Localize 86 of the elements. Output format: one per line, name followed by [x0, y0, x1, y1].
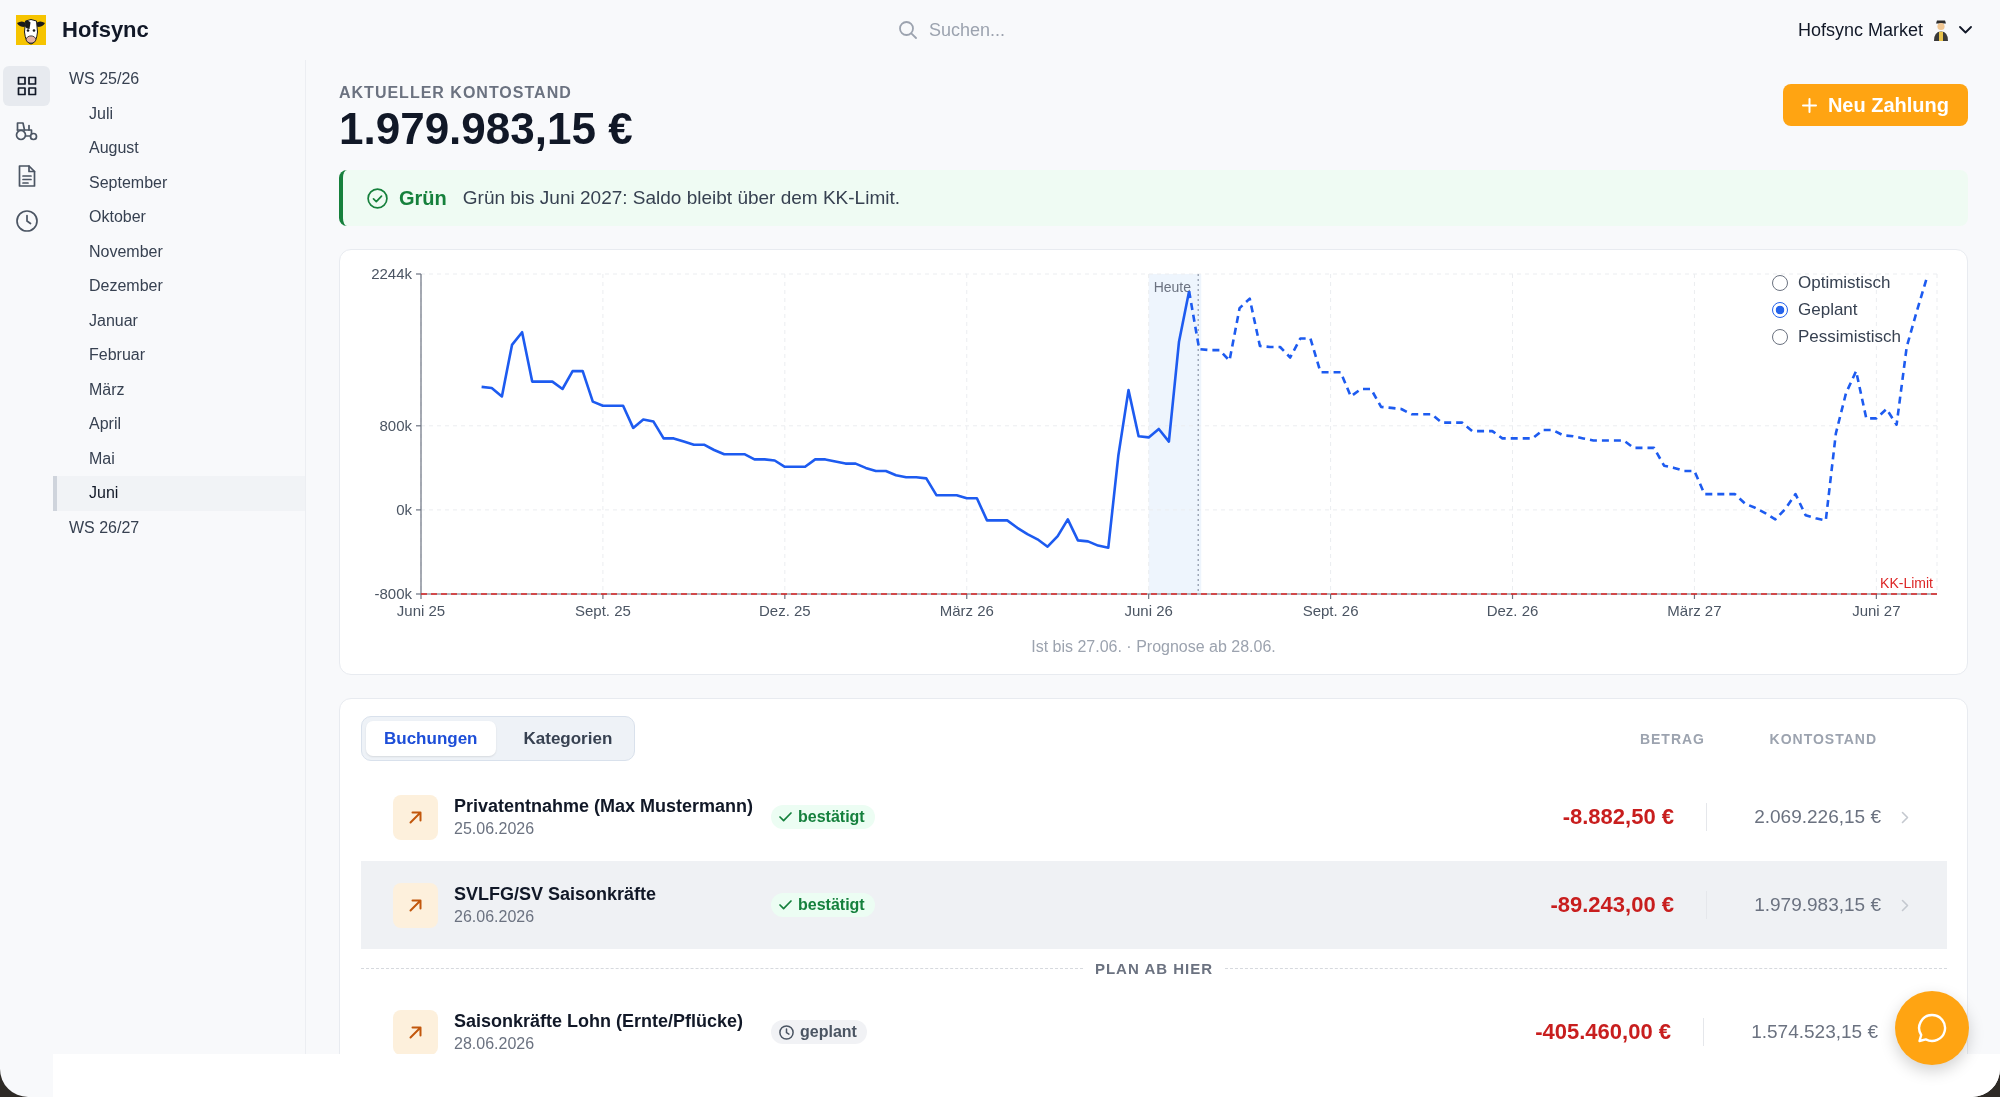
- nav-button[interactable]: [3, 66, 50, 106]
- status-label: bestätigt: [798, 896, 865, 914]
- radio-label[interactable]: Pessimistisch: [1798, 326, 1901, 347]
- today-label: Heute: [1153, 279, 1192, 295]
- x-axis-label: Juni 25: [396, 602, 446, 619]
- x-axis-label: Dez. 26: [1486, 602, 1539, 619]
- booking-amount: -405.460,00 €: [1535, 1019, 1671, 1045]
- radio-button[interactable]: [1772, 274, 1788, 291]
- user-menu-button[interactable]: Hofsync Market: [1797, 19, 1972, 41]
- sidebar-group-item[interactable]: WS 26/27: [53, 510, 305, 545]
- radio-label[interactable]: Geplant: [1798, 299, 1858, 320]
- app-name: Hofsync: [62, 17, 149, 43]
- cow-logo-icon: [16, 15, 46, 45]
- clock-icon: [779, 1024, 794, 1040]
- arrow-up-right-icon: [393, 794, 438, 840]
- chevron-right-icon: [1901, 810, 1909, 824]
- booking-title: SVLFG/SV Saisonkräfte: [454, 883, 657, 906]
- check-circle-icon: [367, 187, 388, 209]
- arrow-up-right-icon: [393, 882, 438, 928]
- status-label: bestätigt: [798, 808, 865, 826]
- x-axis-label: Juni 27: [1852, 602, 1901, 619]
- sidebar-group-item[interactable]: WS 25/26: [53, 62, 305, 97]
- plus-icon: [1801, 97, 1817, 113]
- x-axis-label: Dez. 25: [759, 602, 811, 619]
- column-header: KONTOSTAND: [1768, 730, 1877, 747]
- booking-balance: 1.574.523,15 €: [1750, 1021, 1878, 1043]
- x-axis-label: Sept. 25: [574, 602, 631, 619]
- booking-row[interactable]: Saisonkräfte Lohn (Ernte/Pflücke) 28.06.2026 geplant -405.460,00 € 1.574.523,15 €: [361, 988, 1889, 1054]
- sidebar-item[interactable]: November: [53, 234, 305, 269]
- person-icon: [1933, 19, 1949, 41]
- check-icon: [779, 812, 792, 822]
- tractor-icon: [15, 121, 38, 141]
- tab[interactable]: Buchungen: [366, 721, 496, 756]
- clock-icon: [15, 210, 38, 232]
- x-axis-label: März 26: [939, 602, 994, 619]
- alert-status: Grün: [399, 186, 447, 210]
- chevron-down-icon: [1959, 26, 1972, 34]
- section-divider-label: PLAN AB HIER: [1094, 960, 1214, 977]
- sidebar-item[interactable]: Dezember: [53, 269, 305, 304]
- booking-amount: -8.882,50 €: [1562, 804, 1674, 830]
- y-axis-label: -800k: [374, 585, 412, 602]
- y-axis-label: 0k: [396, 500, 412, 518]
- sidebar-item[interactable]: August: [53, 131, 305, 166]
- x-axis-label: Sept. 26: [1302, 602, 1359, 619]
- radio-label[interactable]: Optimistisch: [1798, 272, 1891, 293]
- booking-balance: 1.979.983,15 €: [1753, 894, 1881, 916]
- column-header: BETRAG: [1639, 730, 1705, 747]
- sidebar-item[interactable]: Juli: [53, 96, 305, 131]
- booking-date: 28.06.2026: [454, 1034, 535, 1054]
- y-axis-label: 2244k: [371, 265, 412, 282]
- booking-title: Saisonkräfte Lohn (Ernte/Pflücke): [454, 1010, 744, 1033]
- sidebar-item[interactable]: Juni: [53, 476, 305, 511]
- search-field[interactable]: Suchen...: [929, 19, 1099, 41]
- sidebar-item[interactable]: Oktober: [53, 200, 305, 235]
- balance-amount: 1.979.983,15 €: [339, 104, 633, 154]
- sidebar-item[interactable]: September: [53, 165, 305, 200]
- sidebar-item[interactable]: April: [53, 407, 305, 442]
- radio-button[interactable]: [1772, 301, 1788, 318]
- booking-title: Privatentnahme (Max Mustermann): [454, 795, 754, 818]
- status-label: geplant: [800, 1023, 857, 1041]
- tab[interactable]: Kategorien: [505, 721, 631, 756]
- booking-date: 26.06.2026: [454, 907, 535, 927]
- sidebar-item[interactable]: Mai: [53, 441, 305, 476]
- booking-date: 25.06.2026: [454, 819, 535, 839]
- arrow-up-right-icon: [393, 1009, 438, 1054]
- chart-note: Ist bis 27.06. · Prognose ab 28.06.: [1030, 637, 1277, 657]
- document-icon: [17, 165, 36, 187]
- check-icon: [779, 900, 792, 910]
- x-axis-label: Juni 26: [1124, 602, 1173, 619]
- booking-row[interactable]: Privatentnahme (Max Mustermann) 25.06.2026 bestätigt -8.882,50 € 2.069.226,15 €: [361, 773, 1947, 861]
- sidebar-item[interactable]: Februar: [53, 338, 305, 373]
- booking-amount: -89.243,00 €: [1550, 892, 1674, 918]
- chat-bubble-icon: [1917, 1013, 1947, 1043]
- sidebar-item[interactable]: Januar: [53, 303, 305, 338]
- x-axis-label: März 27: [1667, 602, 1722, 619]
- booking-row[interactable]: SVLFG/SV Saisonkräfte 26.06.2026 bestätigt -89.243,00 € 1.979.983,15 €: [361, 861, 1947, 949]
- limit-label: KK-Limit: [1880, 575, 1933, 591]
- booking-balance: 2.069.226,15 €: [1753, 806, 1881, 828]
- search-icon: [899, 21, 917, 39]
- balance-label: AKTUELLER KONTOSTAND: [339, 83, 573, 103]
- alert-message: Grün bis Juni 2027: Saldo bleibt über dem KK-Limit.: [462, 187, 900, 209]
- sidebar-item[interactable]: März: [53, 372, 305, 407]
- y-axis-label: 800k: [379, 416, 412, 434]
- chevron-right-icon: [1901, 898, 1909, 912]
- grid-icon: [16, 76, 37, 96]
- radio-button[interactable]: [1772, 328, 1788, 345]
